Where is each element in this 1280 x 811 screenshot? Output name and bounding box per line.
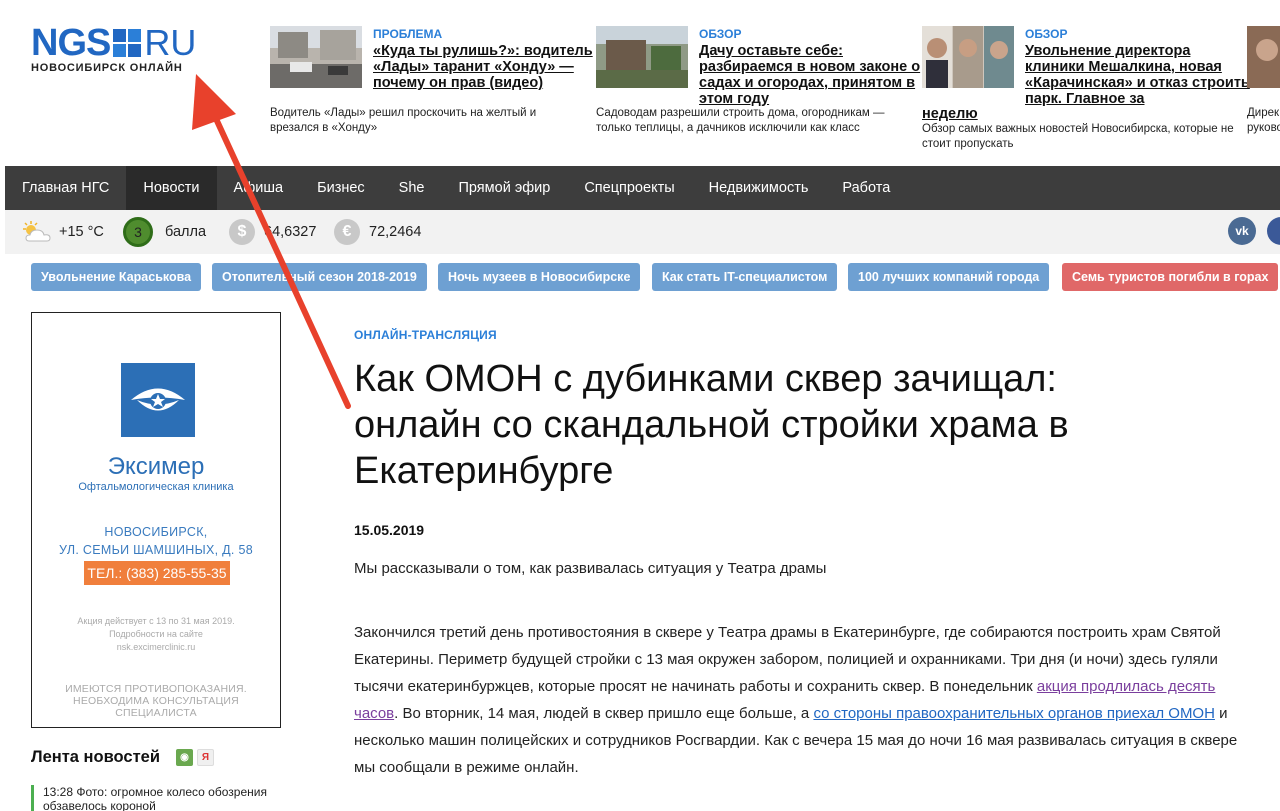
ad-warning: ИМЕЮТСЯ ПРОТИВОПОКАЗАНИЯ. НЕОБХОДИМА КОН…	[32, 683, 280, 719]
tag-it-specialist[interactable]: Как стать IT-специалистом	[652, 263, 838, 291]
news-feed-title[interactable]: Лента новостей	[31, 748, 160, 767]
ad-subtitle: Офтальмологическая клиника	[78, 481, 234, 493]
dollar-icon: $	[229, 219, 255, 245]
tag-top-companies[interactable]: 100 лучших компаний города	[848, 263, 1050, 291]
nav-item-realty[interactable]: Недвижимость	[692, 166, 826, 210]
nav-item-news[interactable]: Новости	[126, 166, 217, 210]
teaser-1-headline[interactable]: «Куда ты рулишь?»: водитель «Лады» таран…	[373, 43, 598, 91]
usd-value: 64,6327	[264, 224, 317, 240]
article-lead: Мы рассказывали о том, как развивалась с…	[354, 560, 827, 577]
teaser-2-lead[interactable]: Садоводам разрешили строить дома, огород…	[596, 106, 896, 136]
logo-ru-text: RU	[144, 22, 197, 63]
teaser-4-thumbnail[interactable]	[1247, 26, 1280, 88]
euro-icon: €	[334, 219, 360, 245]
nav-item-live[interactable]: Прямой эфир	[441, 166, 567, 210]
rss-icon[interactable]: ◉	[176, 749, 193, 766]
tag-karaskov[interactable]: Увольнение Караськова	[31, 263, 202, 291]
article-title: Как ОМОН с дубинками сквер зачищал: онла…	[354, 358, 1069, 492]
eur-value: 72,2464	[369, 224, 422, 240]
magnetic-label: балла	[165, 224, 207, 240]
site-header: NGS RU НОВОСИБИРСК ОНЛАЙН ПРОБЛЕМА «Куда…	[0, 0, 1280, 166]
nav-item-jobs[interactable]: Работа	[825, 166, 907, 210]
teaser-1-lead[interactable]: Водитель «Лады» решил проскочить на желт…	[270, 106, 570, 136]
teaser-3-rubric: ОБЗОР	[1025, 27, 1068, 41]
temperature: +15 °C	[59, 224, 104, 240]
article-body-text: . Во вторник, 14 мая, людей в сквер приш…	[394, 705, 814, 722]
magnetic-widget[interactable]: 3 балла	[123, 210, 206, 254]
partly-cloudy-icon	[23, 221, 51, 242]
tag-museum-night[interactable]: Ночь музеев в Новосибирске	[438, 263, 641, 291]
teaser-1-thumbnail[interactable]	[270, 26, 362, 88]
ngs-logo[interactable]: NGS RU НОВОСИБИРСК ОНЛАЙН	[31, 22, 251, 77]
ad-address: УЛ. СЕМЬИ ШАМШИНЫХ, Д. 58	[59, 543, 253, 557]
teaser-4-lead[interactable]: Дирек руково	[1247, 106, 1280, 136]
nav-item-special[interactable]: Спецпроекты	[567, 166, 691, 210]
teaser-2-thumbnail[interactable]	[596, 26, 688, 88]
tag-tourists[interactable]: Семь туристов погибли в горах	[1062, 263, 1279, 291]
yandex-icon[interactable]: Я	[197, 749, 214, 766]
teaser-2-headline[interactable]: Дачу оставьте себе: разбираемся в новом …	[699, 43, 924, 107]
nav-item-afisha[interactable]: Афиша	[217, 166, 301, 210]
ad-promo: Акция действует с 13 по 31 мая 2019. Под…	[32, 615, 280, 654]
nav-item-main[interactable]: Главная НГС	[5, 166, 126, 210]
usd-rate[interactable]: $ 64,6327	[229, 210, 316, 254]
article-link-omon[interactable]: со стороны правоохранительных органов пр…	[813, 705, 1215, 722]
ad-warning-line: ИМЕЮТСЯ ПРОТИВОПОКАЗАНИЯ.	[65, 683, 247, 695]
news-feed-item[interactable]: 13:28 Фото: огромное колесо обозрения об…	[31, 785, 281, 811]
ad-promo-line: nsk.excimerclinic.ru	[116, 642, 196, 652]
teaser-2-rubric: ОБЗОР	[699, 27, 742, 41]
eur-rate[interactable]: € 72,2464	[334, 210, 421, 254]
nav-item-business[interactable]: Бизнес	[300, 166, 382, 210]
ad-promo-line: Акция действует с 13 по 31 мая 2019.	[77, 616, 235, 626]
ad-brand: Эксимер	[107, 453, 205, 480]
topic-tags: Увольнение Караськова Отопительный сезон…	[31, 263, 1280, 291]
feed-item-text[interactable]: Фото: огромное колесо обозрения обзавело…	[43, 785, 267, 811]
teaser-4[interactable]: Дирек руково	[1247, 26, 1280, 166]
ad-warning-line: СПЕЦИАЛИСТА	[115, 707, 197, 719]
logo-subtitle: НОВОСИБИРСК ОНЛАЙН	[31, 62, 183, 74]
article-rubric[interactable]: ОНЛАЙН-ТРАНСЛЯЦИЯ	[354, 328, 497, 342]
article-date: 15.05.2019	[354, 522, 425, 538]
tag-heating[interactable]: Отопительный сезон 2018-2019	[212, 263, 427, 291]
teaser-1-rubric: ПРОБЛЕМА	[373, 27, 443, 41]
ad-promo-line: Подробности на сайте	[109, 629, 203, 639]
magnetic-storm-icon: 3	[123, 217, 153, 247]
teaser-3-thumbnail[interactable]	[922, 26, 1014, 88]
excimer-eye-logo-icon	[121, 363, 195, 437]
article-body: Закончился третий день противостояния в …	[354, 619, 1254, 781]
feed-item-time: 13:28	[43, 785, 74, 799]
vk-icon[interactable]: vk	[1228, 217, 1256, 245]
nav-item-she[interactable]: She	[382, 166, 442, 210]
ad-city: НОВОСИБИРСК,	[104, 525, 208, 539]
teaser-3-headline[interactable]: Увольнение директора клиники Мешалкина, …	[1025, 43, 1250, 107]
ad-warning-line: НЕОБХОДИМА КОНСУЛЬТАЦИЯ	[73, 695, 239, 707]
clinic-ad-banner[interactable]: Эксимер Офтальмологическая клиника НОВОС…	[31, 312, 281, 728]
logo-square-icon	[113, 29, 142, 57]
info-bar: +15 °C 3 балла $ 64,6327 € 72,2464 vk	[5, 210, 1280, 254]
logo-ngs-text: NGS	[31, 22, 111, 64]
weather-widget[interactable]: +15 °C	[21, 210, 104, 254]
ad-phone: ТЕЛ.: (383) 285-55-35	[84, 561, 230, 585]
social-icon[interactable]	[1267, 217, 1280, 245]
main-nav: Главная НГС Новости Афиша Бизнес She Пря…	[5, 166, 1280, 210]
teaser-3-headline-tail[interactable]: неделю	[922, 106, 978, 122]
teaser-3-lead[interactable]: Обзор самых важных новостей Новосибирска…	[922, 122, 1242, 152]
